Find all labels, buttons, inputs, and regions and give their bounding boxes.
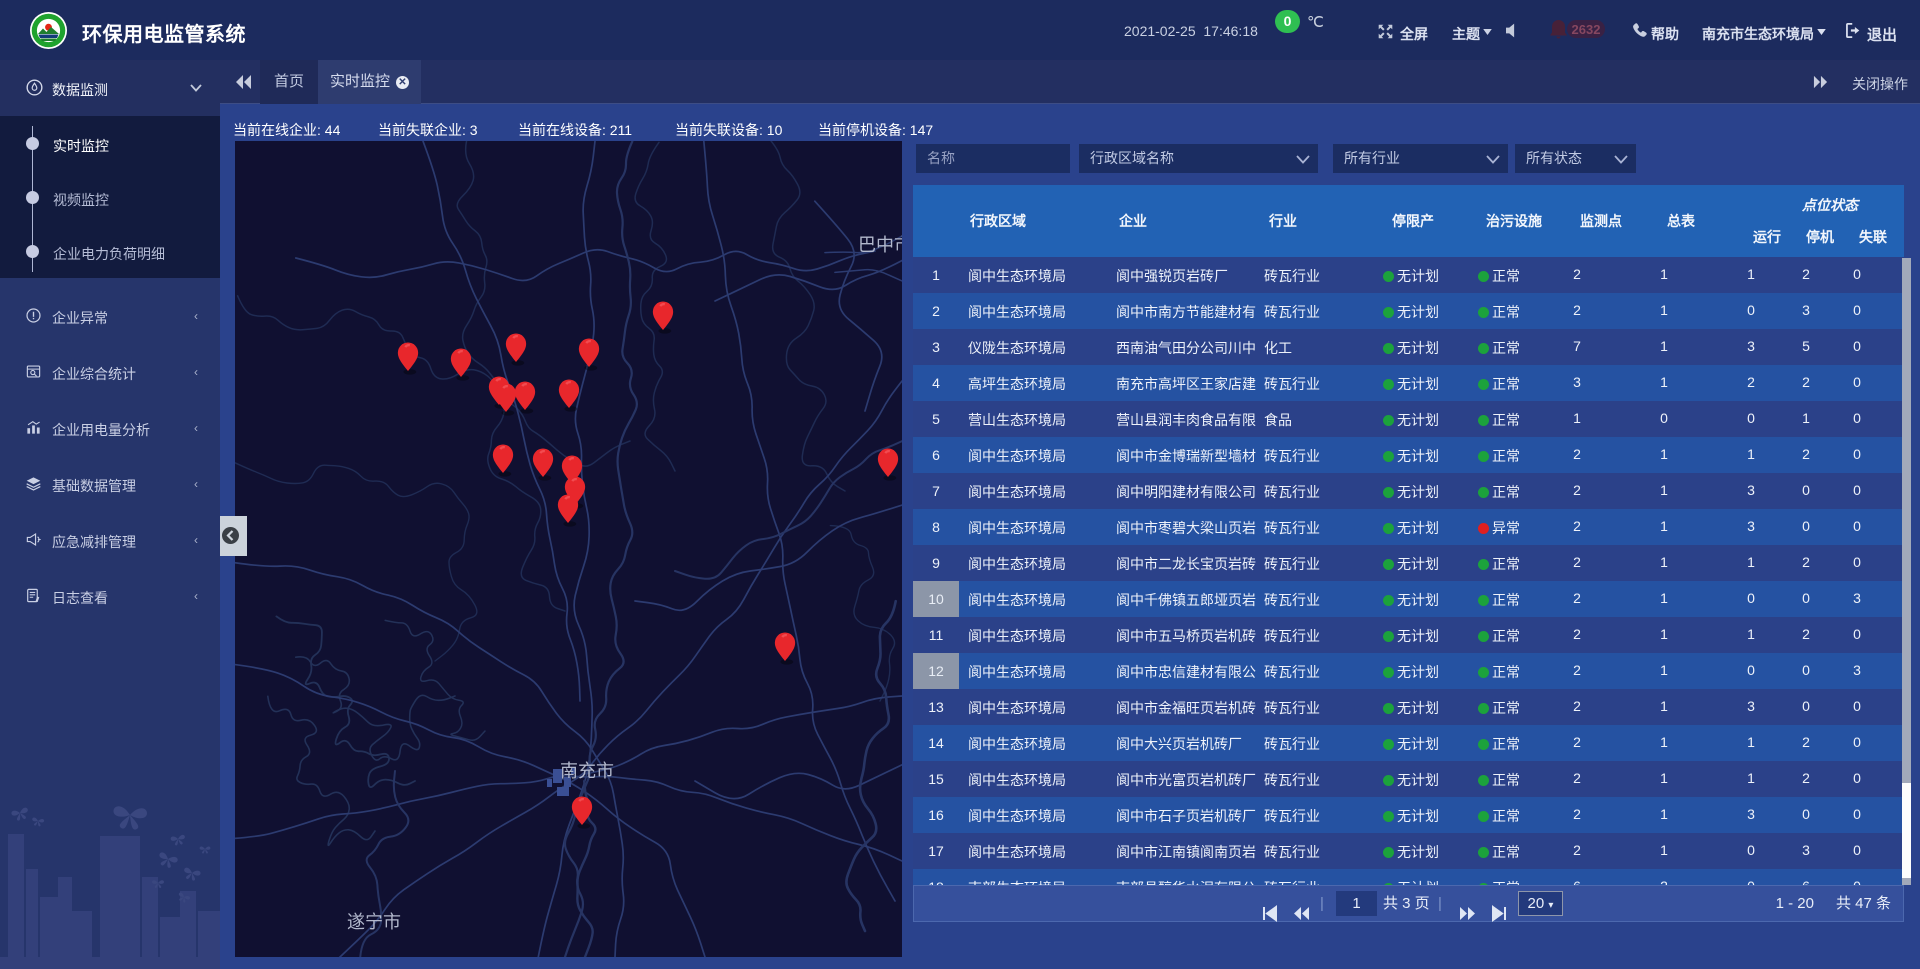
svg-text:遂宁市: 遂宁市 [347,912,401,932]
svg-text:南充市: 南充市 [560,761,614,781]
svg-text:巴中市: 巴中市 [858,235,902,255]
